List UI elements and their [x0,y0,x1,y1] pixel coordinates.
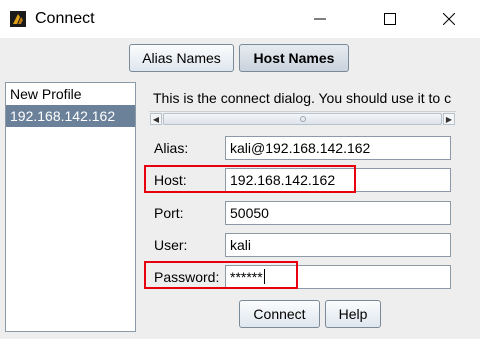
host-highlight-box [144,165,356,193]
close-icon [443,13,455,25]
tab-alias-names[interactable]: Alias Names [129,44,234,72]
scroll-right-icon[interactable]: ▶ [443,113,455,125]
minimize-icon [314,18,326,20]
profile-item-new-profile[interactable]: New Profile [6,83,135,105]
title-bar[interactable]: Connect [0,0,480,38]
minimize-button[interactable] [297,0,343,38]
help-button[interactable]: Help [325,300,381,328]
app-icon [10,11,26,27]
scrollbar-thumb[interactable] [163,113,442,125]
horizontal-scrollbar[interactable]: ◀ ▶ [149,111,456,125]
scroll-left-icon[interactable]: ◀ [150,113,162,125]
tab-host-names[interactable]: Host Names [239,44,349,72]
user-label: User: [154,237,188,253]
maximize-icon [384,13,396,25]
connect-dialog-body: Alias Names Host Names New Profile 192.1… [0,38,480,339]
profile-list[interactable]: New Profile 192.168.142.162 [5,82,136,332]
alias-field[interactable]: kali@192.168.142.162 [225,136,451,160]
window-title: Connect [35,10,95,27]
maximize-button[interactable] [367,0,413,38]
password-highlight-box [144,261,298,289]
user-field[interactable]: kali [225,233,451,257]
port-label: Port: [154,205,184,221]
connect-button[interactable]: Connect [239,300,320,328]
scroll-grip-icon [300,116,306,122]
alias-label: Alias: [154,140,189,156]
profile-item-selected[interactable]: 192.168.142.162 [6,105,135,127]
description-panel: This is the connect dialog. You should u… [149,82,456,126]
port-field[interactable]: 50050 [225,201,451,225]
description-text: This is the connect dialog. You should u… [153,90,452,106]
close-button[interactable] [426,0,472,38]
